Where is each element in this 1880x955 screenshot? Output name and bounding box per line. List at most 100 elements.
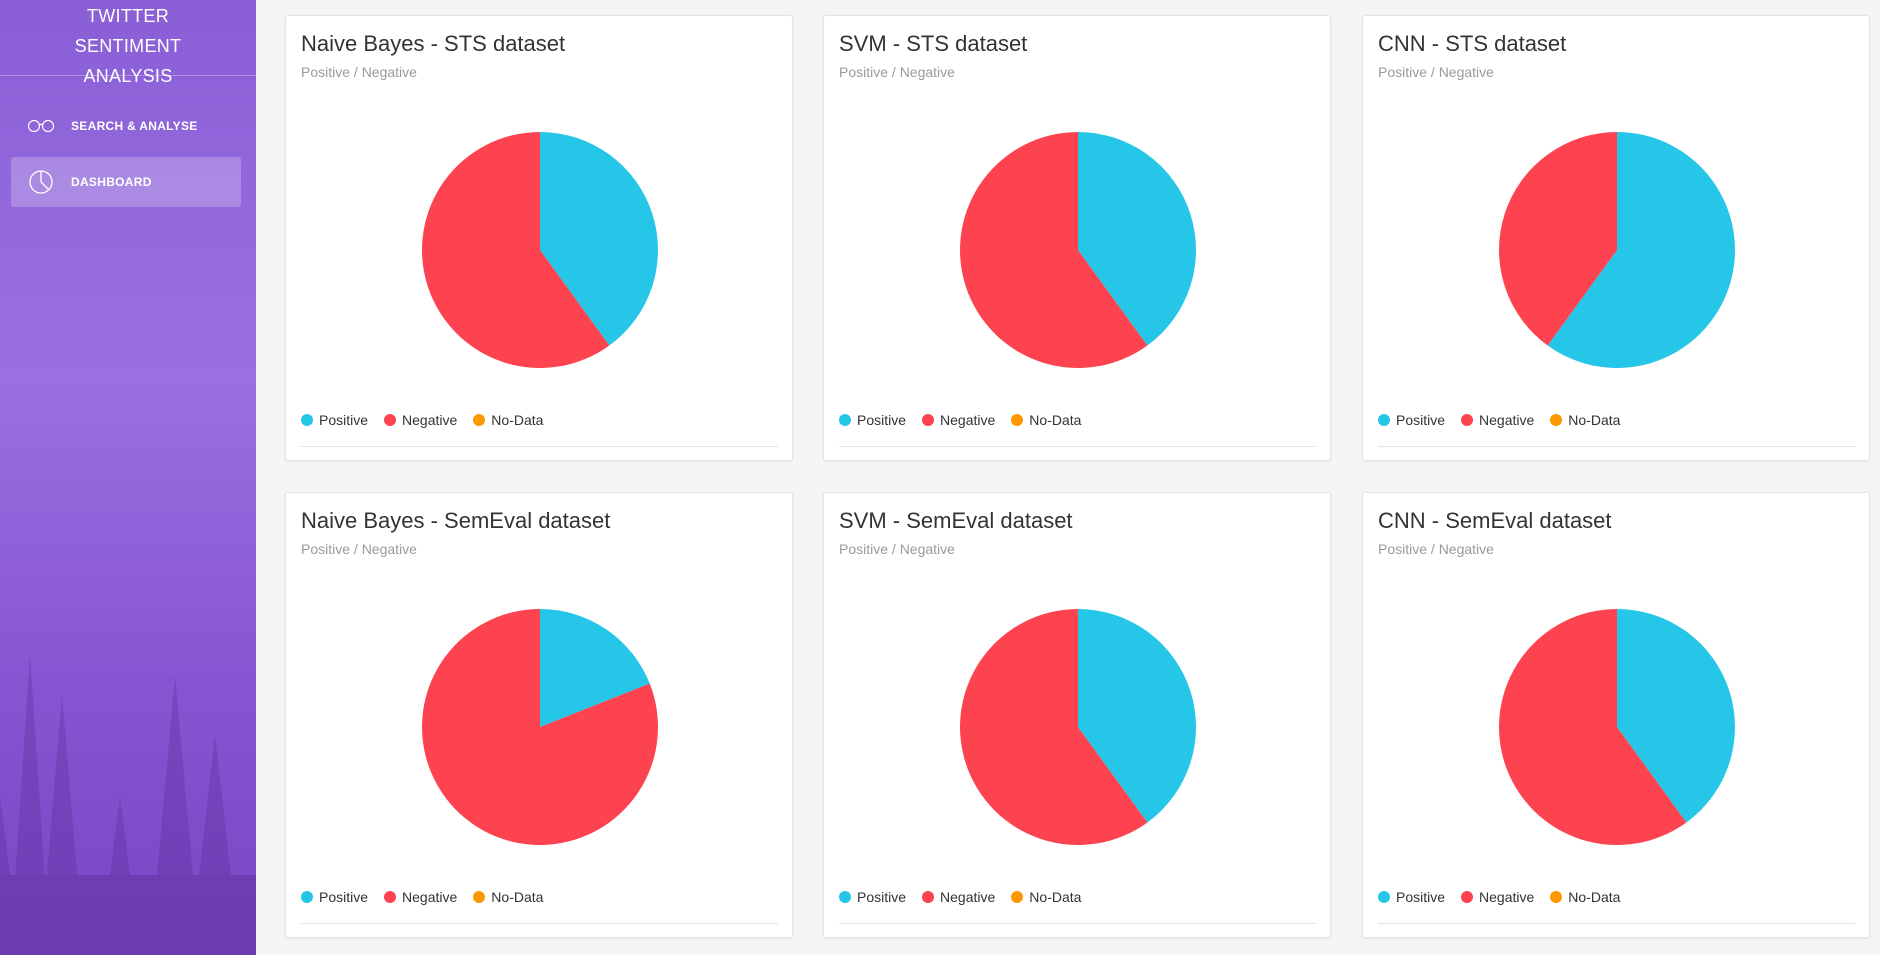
- legend-label: Positive: [857, 889, 907, 905]
- legend-nodata: No-Data: [473, 412, 543, 428]
- nodata-dot-icon: [1550, 414, 1563, 426]
- legend-nodata: No-Data: [1011, 889, 1081, 905]
- legend-negative: Negative: [1461, 889, 1534, 905]
- chart-legend: Positive Negative No-Data: [301, 412, 543, 428]
- legend-label: No-Data: [1568, 889, 1621, 905]
- card-divider: [301, 446, 778, 447]
- chart-card: Naive Bayes - SemEval dataset Positive /…: [285, 492, 793, 938]
- sidebar: TWITTER SENTIMENT ANALYSIS SEARCH & ANAL…: [0, 0, 256, 955]
- positive-dot-icon: [1378, 414, 1390, 426]
- nav-item-label: SEARCH & ANALYSE: [71, 119, 198, 133]
- legend-positive: Positive: [1378, 412, 1445, 428]
- pie-chart: [422, 609, 658, 845]
- chart-subtitle: Positive / Negative: [1378, 64, 1494, 80]
- legend-label: Positive: [319, 412, 369, 428]
- chart-title: SVM - SemEval dataset: [839, 508, 1073, 533]
- negative-dot-icon: [1461, 891, 1474, 903]
- card-divider: [1378, 446, 1855, 447]
- chart-legend: Positive Negative No-Data: [839, 412, 1081, 428]
- chart-subtitle: Positive / Negative: [301, 64, 417, 80]
- legend-label: Negative: [940, 412, 996, 428]
- legend-nodata: No-Data: [1550, 889, 1620, 905]
- legend-negative: Negative: [384, 412, 457, 428]
- negative-dot-icon: [922, 414, 935, 426]
- legend-positive: Positive: [301, 412, 368, 428]
- legend-label: Positive: [319, 889, 369, 905]
- app-title-text: TWITTER SENTIMENT ANALYSIS: [74, 6, 182, 86]
- legend-positive: Positive: [839, 412, 906, 428]
- chart-card: CNN - SemEval dataset Positive / Negativ…: [1362, 492, 1870, 938]
- card-divider: [839, 446, 1316, 447]
- legend-label: No-Data: [1029, 412, 1082, 428]
- positive-dot-icon: [839, 891, 851, 903]
- card-divider: [1378, 923, 1855, 924]
- legend-nodata: No-Data: [1550, 412, 1620, 428]
- positive-dot-icon: [839, 414, 851, 426]
- card-divider: [839, 923, 1316, 924]
- chart-title: CNN - STS dataset: [1378, 31, 1567, 56]
- positive-dot-icon: [301, 414, 313, 426]
- nodata-dot-icon: [1011, 414, 1024, 426]
- legend-negative: Negative: [384, 889, 457, 905]
- nodata-dot-icon: [473, 891, 486, 903]
- nav-item-label: DASHBOARD: [71, 175, 152, 189]
- legend-nodata: No-Data: [1011, 412, 1081, 428]
- nav-item-search-analyse[interactable]: SEARCH & ANALYSE: [11, 101, 241, 151]
- pie-chart: [959, 609, 1196, 845]
- chart-title: SVM - STS dataset: [839, 31, 1028, 56]
- legend-label: Negative: [402, 889, 458, 905]
- legend-label: Negative: [402, 412, 458, 428]
- legend-label: Negative: [1479, 412, 1535, 428]
- negative-dot-icon: [922, 891, 935, 903]
- chart-subtitle: Positive / Negative: [839, 541, 955, 557]
- legend-label: Positive: [857, 412, 907, 428]
- positive-dot-icon: [301, 891, 313, 903]
- legend-label: Negative: [940, 889, 996, 905]
- legend-label: Positive: [1396, 889, 1446, 905]
- chart-title: Naive Bayes - STS dataset: [301, 31, 566, 56]
- pie-chart: [421, 132, 658, 368]
- pie-chart: [1499, 132, 1735, 369]
- pie-chart: [959, 132, 1196, 368]
- legend-positive: Positive: [301, 889, 368, 905]
- legend-positive: Positive: [1378, 889, 1445, 905]
- chart-card: Naive Bayes - STS dataset Positive / Neg…: [285, 15, 793, 461]
- legend-label: No-Data: [491, 889, 544, 905]
- legend-label: Positive: [1396, 412, 1446, 428]
- legend-label: No-Data: [1029, 889, 1082, 905]
- chart-legend: Positive Negative No-Data: [839, 889, 1081, 905]
- legend-negative: Negative: [922, 412, 995, 428]
- nodata-dot-icon: [473, 414, 486, 426]
- negative-dot-icon: [384, 891, 397, 903]
- legend-nodata: No-Data: [473, 889, 543, 905]
- chart-subtitle: Positive / Negative: [839, 64, 955, 80]
- chart-title: CNN - SemEval dataset: [1378, 508, 1612, 533]
- legend-label: No-Data: [491, 412, 544, 428]
- legend-label: No-Data: [1568, 412, 1621, 428]
- chart-subtitle: Positive / Negative: [301, 541, 417, 557]
- chart-legend: Positive Negative No-Data: [301, 889, 543, 905]
- chart-card: SVM - SemEval dataset Positive / Negativ…: [823, 492, 1331, 938]
- app-title: TWITTER SENTIMENT ANALYSIS: [0, 0, 256, 86]
- chart-card: CNN - STS dataset Positive / Negative Po…: [1362, 15, 1870, 461]
- forest-background-image: [0, 655, 256, 955]
- chart-legend: Positive Negative No-Data: [1378, 889, 1620, 905]
- nav-item-dashboard[interactable]: DASHBOARD: [11, 157, 241, 207]
- card-divider: [301, 923, 778, 924]
- pie-chart-icon: [27, 168, 55, 196]
- nodata-dot-icon: [1011, 891, 1024, 903]
- legend-negative: Negative: [1461, 412, 1534, 428]
- chart-card: SVM - STS dataset Positive / Negative Po…: [823, 15, 1331, 461]
- negative-dot-icon: [1461, 414, 1474, 426]
- glasses-icon: [27, 112, 55, 140]
- legend-negative: Negative: [922, 889, 995, 905]
- negative-dot-icon: [384, 414, 397, 426]
- nodata-dot-icon: [1550, 891, 1563, 903]
- chart-subtitle: Positive / Negative: [1378, 541, 1494, 557]
- chart-legend: Positive Negative No-Data: [1378, 412, 1620, 428]
- pie-chart: [1499, 609, 1735, 845]
- legend-positive: Positive: [839, 889, 906, 905]
- chart-title: Naive Bayes - SemEval dataset: [301, 508, 611, 533]
- legend-label: Negative: [1479, 889, 1535, 905]
- positive-dot-icon: [1378, 891, 1390, 903]
